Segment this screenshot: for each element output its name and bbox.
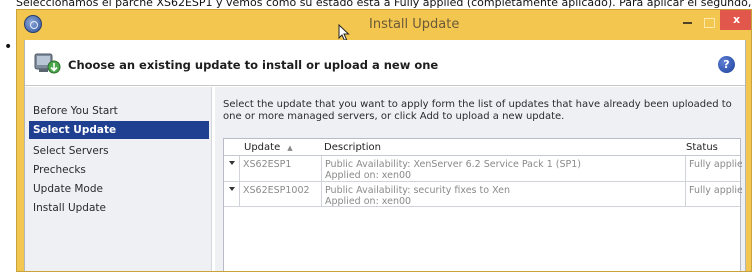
column-header-update-label: Update (244, 142, 281, 153)
nav-item-select-update[interactable]: Select Update (29, 121, 209, 139)
install-update-icon (34, 53, 61, 74)
column-header-update[interactable]: Update ▲ (244, 139, 322, 156)
column-header-description[interactable]: Description (324, 139, 684, 156)
bullet-point: • (4, 39, 13, 55)
nav-item-before-you-start[interactable]: Before You Start (29, 102, 209, 120)
xencenter-app-icon[interactable] (24, 15, 42, 33)
cell-description: Public Availability: security fixes to X… (321, 182, 685, 206)
cell-status: Fully applied (685, 182, 742, 206)
description-title: Public Availability: security fixes to X… (325, 185, 511, 196)
row-expand-icon[interactable] (229, 161, 235, 165)
sort-ascending-icon: ▲ (287, 144, 293, 152)
updates-grid: Update ▲ Description Status XS62ESP1 Publ… (223, 138, 742, 271)
wizard-page-title: Choose an existing update to install or … (68, 58, 439, 72)
cell-update: XS62ESP1 (239, 156, 321, 181)
nav-item-update-mode[interactable]: Update Mode (29, 180, 209, 198)
window-title: Install Update (369, 17, 460, 32)
close-button[interactable]: x (720, 10, 751, 30)
maximize-button[interactable] (702, 17, 716, 39)
nav-item-install-update[interactable]: Install Update (29, 199, 209, 217)
cell-update: XS62ESP1002 (239, 182, 321, 206)
instruction-text: Select the update that you want to apply… (223, 99, 732, 122)
column-header-status[interactable]: Status (686, 139, 742, 156)
minimize-button[interactable] (678, 17, 698, 39)
document-text-line: Seleccionamos el parche XS62ESP1 y vemos… (16, 0, 752, 9)
title-bar[interactable]: Install Update x (17, 10, 751, 42)
cell-description: Public Availability: XenServer 6.2 Servi… (321, 156, 685, 181)
wizard-client-area: Choose an existing update to install or … (24, 40, 746, 271)
description-applied-on: Applied on: xen00 (325, 196, 412, 206)
description-applied-on: Applied on: xen00 (325, 170, 412, 181)
row-expand-icon[interactable] (229, 187, 235, 191)
grid-header: Update ▲ Description Status (224, 139, 740, 156)
description-title: Public Availability: XenServer 6.2 Servi… (325, 159, 581, 170)
help-icon[interactable]: ? (718, 56, 735, 73)
nav-item-select-servers[interactable]: Select Servers (29, 142, 209, 160)
wizard-step-nav: Before You Start Select Update Select Se… (25, 87, 212, 271)
nav-item-prechecks[interactable]: Prechecks (29, 161, 209, 179)
wizard-content: Select the update that you want to apply… (215, 87, 745, 271)
table-row[interactable]: XS62ESP1002 Public Availability: securit… (224, 182, 742, 207)
wizard-header: Choose an existing update to install or … (25, 40, 745, 86)
table-row[interactable]: XS62ESP1 Public Availability: XenServer … (224, 156, 742, 182)
cell-status: Fully applied (685, 156, 742, 181)
install-update-window: Install Update x Choose an existing upda… (16, 9, 752, 272)
